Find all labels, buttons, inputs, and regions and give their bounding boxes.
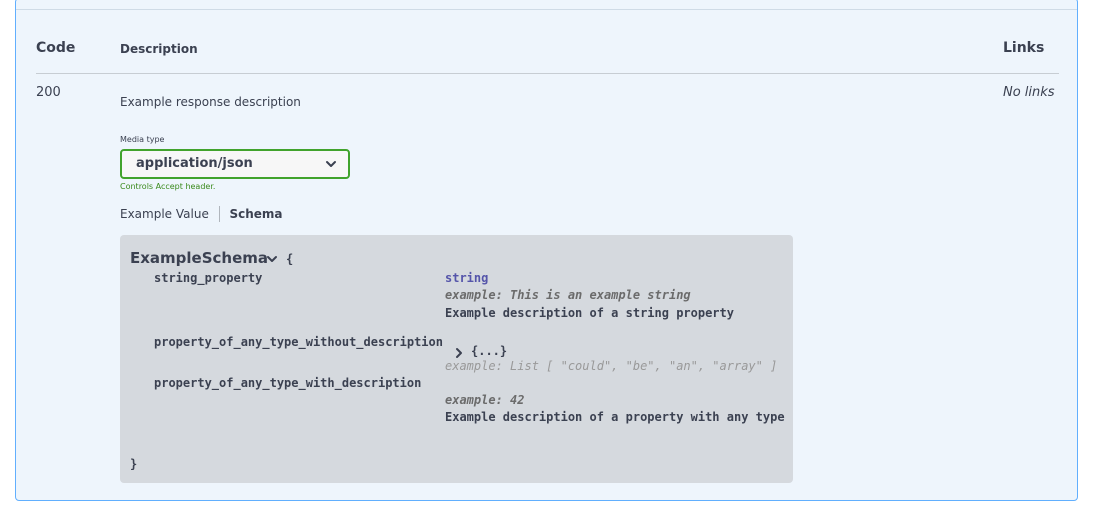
property-name: string_property bbox=[154, 271, 263, 285]
property-description: Example description of a property with a… bbox=[445, 410, 785, 424]
property-name: property_of_any_type_without_description bbox=[154, 335, 443, 349]
collapsed-object[interactable]: {...} bbox=[471, 344, 507, 358]
media-type-hint: Controls Accept header. bbox=[120, 182, 216, 191]
chevron-right-icon[interactable] bbox=[453, 347, 465, 359]
responses-panel: Code Description Links 200 Example respo… bbox=[15, 0, 1078, 501]
property-example: example: 42 bbox=[445, 393, 525, 407]
example-schema-tabs: Example Value Schema bbox=[120, 206, 283, 222]
schema-open-brace: { bbox=[286, 252, 294, 266]
response-description: Example response description bbox=[120, 95, 301, 109]
header-links: Links bbox=[1003, 40, 1045, 56]
header-divider bbox=[36, 73, 1059, 74]
property-example: example: This is an example string bbox=[445, 288, 691, 302]
tab-divider bbox=[218, 206, 220, 222]
schema-box: ExampleSchema { string_property string e… bbox=[120, 235, 793, 483]
tab-schema[interactable]: Schema bbox=[229, 207, 282, 221]
header-description: Description bbox=[120, 42, 198, 56]
chevron-down-icon[interactable] bbox=[266, 253, 278, 265]
property-example: example: List [ "could", "be", "an", "ar… bbox=[445, 359, 778, 373]
header-code: Code bbox=[36, 40, 76, 56]
property-description: Example description of a string property bbox=[445, 306, 734, 320]
response-links: No links bbox=[1003, 85, 1055, 100]
media-type-label: Media type bbox=[120, 135, 165, 144]
media-type-select[interactable]: application/json bbox=[120, 149, 350, 179]
chevron-down-icon bbox=[326, 161, 336, 167]
top-divider bbox=[16, 9, 1077, 10]
property-name: property_of_any_type_with_description bbox=[154, 376, 422, 390]
response-code: 200 bbox=[36, 85, 61, 100]
schema-close-brace: } bbox=[130, 457, 138, 471]
media-type-value: application/json bbox=[136, 156, 253, 171]
tab-example-value[interactable]: Example Value bbox=[120, 207, 209, 221]
schema-name: ExampleSchema bbox=[130, 249, 269, 267]
property-type: string bbox=[445, 271, 489, 285]
